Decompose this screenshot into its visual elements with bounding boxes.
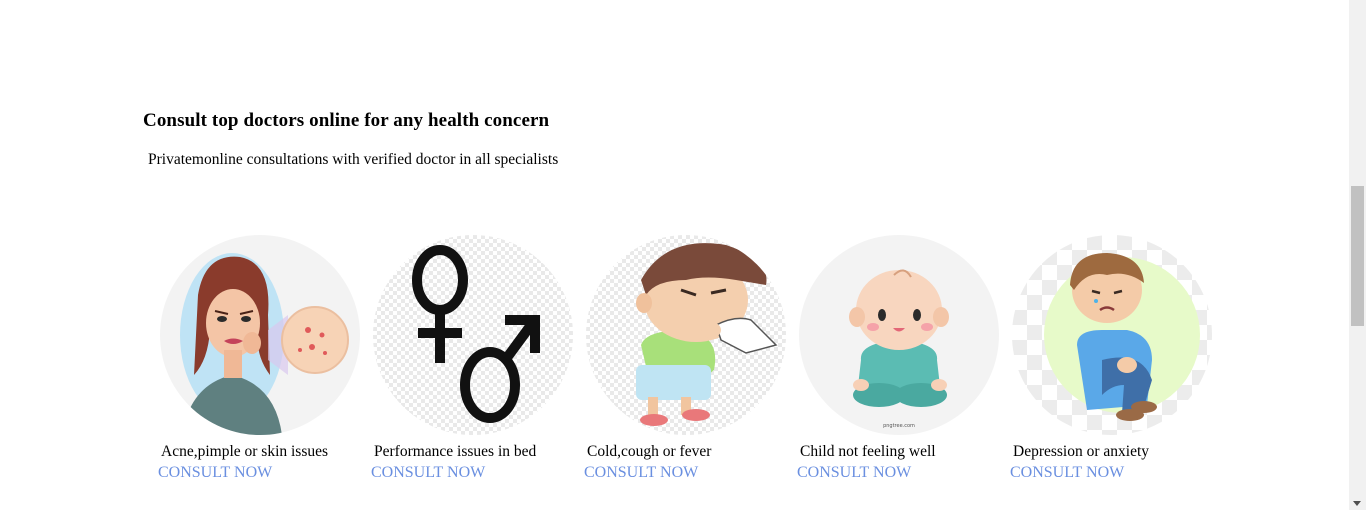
consult-now-link[interactable]: CONSULT NOW	[797, 464, 911, 482]
section-title: Consult top doctors online for any healt…	[143, 110, 550, 131]
card-title: Cold,cough or fever	[587, 443, 712, 460]
card-child: pngtree.com Child not feeling well CONSU…	[797, 235, 1007, 485]
scrollbar-thumb[interactable]	[1351, 186, 1364, 326]
card-title: Depression or anxiety	[1013, 443, 1150, 460]
card-title: Performance issues in bed	[374, 443, 537, 460]
sneezing-boy-icon	[586, 235, 786, 435]
card-depression: Depression or anxiety CONSULT NOW	[1010, 235, 1220, 485]
vertical-scrollbar[interactable]	[1349, 0, 1366, 510]
card-title: Acne,pimple or skin issues	[161, 443, 329, 460]
consult-now-link[interactable]: CONSULT NOW	[371, 464, 485, 482]
sad-boy-icon	[1012, 235, 1212, 435]
baby-icon: pngtree.com	[799, 235, 999, 435]
card-title: Child not feeling well	[800, 443, 936, 460]
section-subtitle: Privatemonline consultations with verifi…	[148, 151, 559, 168]
woman-acne-icon	[160, 235, 360, 435]
card-acne: Acne,pimple or skin issues CONSULT NOW	[158, 235, 368, 485]
gender-symbols-icon	[373, 235, 573, 435]
consult-now-link[interactable]: CONSULT NOW	[584, 464, 698, 482]
card-cold: Cold,cough or fever CONSULT NOW	[584, 235, 794, 485]
card-performance: Performance issues in bed CONSULT NOW	[371, 235, 581, 485]
consult-now-link[interactable]: CONSULT NOW	[158, 464, 272, 482]
scroll-down-arrow-icon[interactable]	[1353, 501, 1361, 506]
page: Consult top doctors online for any healt…	[0, 0, 1366, 510]
watermark-text: pngtree.com	[883, 423, 915, 429]
consult-now-link[interactable]: CONSULT NOW	[1010, 464, 1124, 482]
